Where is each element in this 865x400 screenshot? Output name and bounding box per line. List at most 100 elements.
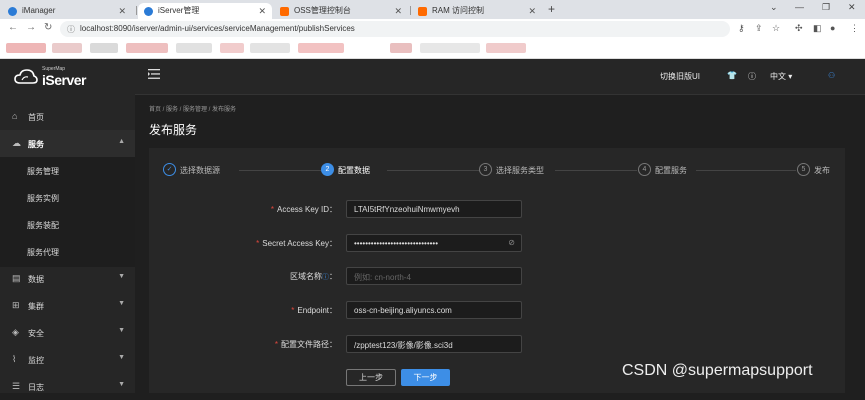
- blurred-bookmark: [52, 43, 82, 53]
- sidebar-item-service-management[interactable]: 服务管理: [0, 157, 135, 184]
- sidebar-item-label: 服务实例: [27, 194, 59, 203]
- step-connector: [387, 170, 479, 171]
- logo[interactable]: SuperMap iServer: [0, 59, 135, 95]
- page-title: 发布服务: [149, 123, 198, 137]
- chevron-down-icon: ▼: [118, 354, 125, 361]
- shirt-theme-icon[interactable]: 👕: [727, 71, 737, 80]
- sidebar-item-cluster[interactable]: ⊞ 集群 ▼: [0, 292, 135, 319]
- blurred-bookmark: [6, 43, 46, 53]
- minimize-icon[interactable]: —: [795, 2, 804, 12]
- menu-toggle-icon[interactable]: [148, 69, 160, 79]
- url-field[interactable]: ⓘ localhost:8090/iserver/admin-ui/servic…: [60, 21, 730, 37]
- chevron-down-icon[interactable]: ⌄: [770, 2, 778, 13]
- monitor-icon: ⌇: [12, 354, 17, 364]
- next-step-button[interactable]: 下一步: [401, 369, 450, 386]
- home-icon: ⌂: [12, 111, 18, 121]
- step-number: 3: [479, 163, 492, 176]
- config-path-label: * 配置文件路径：: [274, 340, 337, 349]
- close-icon[interactable]: ✕: [394, 3, 402, 19]
- shield-icon: ◈: [12, 327, 19, 337]
- sidebar-item-label: 数据: [28, 275, 44, 284]
- sidebar-item-security[interactable]: ◈ 安全 ▼: [0, 319, 135, 346]
- check-icon: ✓: [163, 163, 176, 176]
- chevron-down-icon: ▼: [118, 300, 125, 307]
- access-key-id-row: * Access Key ID： LTAI5tRfYnzeohuiNmwmyevh: [149, 200, 845, 218]
- prev-step-button[interactable]: 上一步: [346, 369, 396, 386]
- iserver-favicon-icon: [144, 7, 153, 16]
- config-path-input[interactable]: /zpptest123/影像/影像.sci3d: [346, 335, 522, 353]
- sidebar-item-home[interactable]: ⌂ 首页: [0, 103, 135, 130]
- step-number: 4: [638, 163, 651, 176]
- sidebar-item-label: 服务管理: [27, 167, 59, 176]
- back-icon[interactable]: ←: [8, 22, 18, 33]
- browser-tab-imanager[interactable]: iManager ✕: [2, 3, 132, 19]
- chevron-down-icon: ▼: [118, 273, 125, 280]
- language-select[interactable]: 中文 ▾: [770, 71, 792, 82]
- sidebar-item-label: 服务装配: [27, 221, 59, 230]
- sidebar-item-service-instances[interactable]: 服务实例: [0, 184, 135, 211]
- bookmarks-bar: [0, 39, 865, 59]
- chevron-down-icon: ▼: [118, 327, 125, 334]
- cloud-logo-icon: [14, 69, 38, 84]
- access-key-id-input[interactable]: LTAI5tRfYnzeohuiNmwmyevh: [346, 200, 522, 218]
- tab-label: iManager: [22, 6, 56, 15]
- step-label: 配置数据: [338, 166, 370, 175]
- profile-icon[interactable]: ●: [830, 23, 835, 33]
- browser-tab-oss[interactable]: OSS管理控制台 ✕: [274, 3, 408, 19]
- sidebar-item-logs[interactable]: ☰ 日志 ▼: [0, 373, 135, 400]
- sidebar-item-data[interactable]: ▤ 数据 ▼: [0, 265, 135, 292]
- region-input[interactable]: 例如: cn-north-4: [346, 267, 522, 285]
- password-dots: ••••••••••••••••••••••••••••••: [354, 239, 439, 248]
- endpoint-input[interactable]: oss-cn-beijing.aliyuncs.com: [346, 301, 522, 319]
- restore-icon[interactable]: ❐: [822, 2, 830, 13]
- extensions-icon[interactable]: ✣: [795, 23, 803, 34]
- cloud-icon: ☁: [12, 138, 21, 148]
- help-icon[interactable]: ⓘ: [748, 71, 756, 82]
- share-icon[interactable]: ⇪: [755, 23, 763, 34]
- close-icon[interactable]: ✕: [528, 3, 536, 19]
- sidebar-item-monitor[interactable]: ⌇ 监控 ▼: [0, 346, 135, 373]
- browser-tab-iserver[interactable]: iServer管理 ✕: [138, 3, 272, 19]
- browser-tab-bar: iManager ✕ iServer管理 ✕ OSS管理控制台 ✕ RAM 访问…: [0, 0, 865, 19]
- question-icon[interactable]: ⓘ: [322, 274, 329, 281]
- sidebar-item-label: 服务代理: [27, 248, 59, 257]
- forward-icon[interactable]: →: [26, 22, 36, 33]
- eye-off-icon[interactable]: ⊘: [508, 238, 515, 247]
- window-close-icon[interactable]: ✕: [848, 2, 856, 13]
- sidebar-item-service-assembly[interactable]: 服务装配: [0, 211, 135, 238]
- logo-title: iServer: [42, 72, 86, 88]
- reload-icon[interactable]: ↻: [44, 22, 52, 33]
- watermark: CSDN @supermapsupport: [622, 362, 813, 379]
- tab-label: iServer管理: [158, 6, 200, 15]
- endpoint-row: * Endpoint： oss-cn-beijing.aliyuncs.com: [149, 301, 845, 319]
- step-label: 发布: [814, 166, 830, 175]
- tab-label: OSS管理控制台: [294, 6, 351, 15]
- user-icon[interactable]: ⚇: [828, 71, 835, 80]
- step-connector: [239, 170, 321, 171]
- star-icon[interactable]: ☆: [772, 23, 780, 34]
- close-icon[interactable]: ✕: [118, 3, 126, 19]
- switch-ui-link[interactable]: 切换旧版UI: [660, 71, 700, 82]
- blurred-bookmark: [486, 43, 526, 53]
- region-label: 区域名称ⓘ：: [290, 272, 337, 281]
- info-icon[interactable]: ⓘ: [67, 24, 75, 35]
- menu-icon[interactable]: ⋮: [850, 23, 859, 34]
- key-icon[interactable]: ⚷: [738, 23, 745, 34]
- publish-panel: ✓ 选择数据源 2 配置数据 3 选择服务类型 4 配置服务 5 发布 * Ac…: [149, 148, 845, 393]
- secret-access-key-input[interactable]: •••••••••••••••••••••••••••••• ⊘: [346, 234, 522, 252]
- sidebar-item-services[interactable]: ☁ 服务 ▲: [0, 130, 135, 157]
- step-number: 5: [797, 163, 810, 176]
- sidepanel-icon[interactable]: ◧: [813, 23, 822, 34]
- chevron-down-icon: ▼: [118, 381, 125, 388]
- sidebar-item-label: 日志: [28, 383, 44, 392]
- breadcrumb[interactable]: 首页 / 服务 / 服务管理 / 发布服务: [149, 104, 236, 113]
- chevron-up-icon: ▲: [118, 138, 125, 145]
- sidebar-item-service-proxy[interactable]: 服务代理: [0, 238, 135, 265]
- secret-access-key-row: * Secret Access Key： ••••••••••••••••••••…: [149, 234, 845, 252]
- browser-tab-ram[interactable]: RAM 访问控制 ✕: [412, 3, 542, 19]
- blurred-bookmark: [176, 43, 212, 53]
- close-icon[interactable]: ✕: [258, 3, 266, 19]
- new-tab-icon[interactable]: +: [548, 2, 555, 16]
- aliyun-favicon-icon: [280, 7, 289, 16]
- sidebar-item-label: 服务: [28, 140, 44, 149]
